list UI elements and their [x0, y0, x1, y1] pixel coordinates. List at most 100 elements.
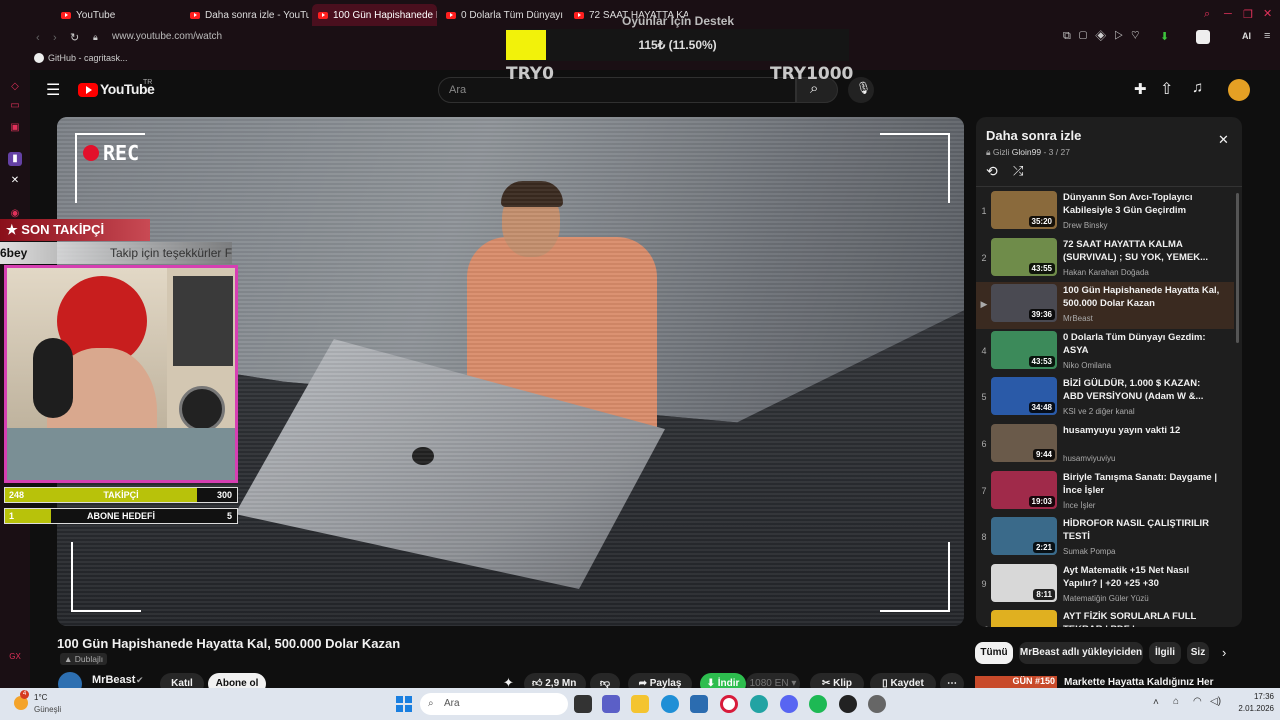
upload-icon[interactable]: ⇧	[1160, 79, 1173, 99]
playlist-item-channel[interactable]: KSI ve 2 diğer kanal	[1063, 407, 1223, 416]
spotify-icon[interactable]	[809, 695, 827, 713]
minimize-icon[interactable]: ─	[1224, 8, 1232, 20]
loop-icon[interactable]: ⟲	[986, 163, 998, 180]
ai-button[interactable]: AI	[1242, 31, 1251, 41]
chevron-right-icon[interactable]: ›	[1222, 645, 1226, 660]
playlist-item-title[interactable]: Biriyle Tanışma Sanatı: Daygame | İnce İ…	[1063, 471, 1223, 497]
teams-icon[interactable]	[602, 695, 620, 713]
tab-youtube[interactable]: YouTube	[55, 4, 180, 26]
x-icon[interactable]: ✕	[8, 174, 22, 188]
playlist-item[interactable]: 5 34:48 BİZİ GÜLDÜR, 1.000 $ KAZAN: ABD VE…	[976, 375, 1234, 422]
playlist-item[interactable]: ▶ 39:36 100 Gün Hapishanede Hayatta Kal, 5…	[976, 282, 1234, 330]
playlist-item-channel[interactable]: Sumak Pompa	[1063, 547, 1223, 556]
tray-network-icon[interactable]: ⌂	[1173, 696, 1179, 707]
playlist-title[interactable]: Daha sonra izle	[986, 128, 1081, 143]
create-icon[interactable]: ✚	[1134, 80, 1147, 98]
extension-box-icon[interactable]	[1196, 30, 1210, 44]
close-window-icon[interactable]: ✕	[1263, 7, 1272, 20]
pinboard-icon[interactable]: ▣	[8, 121, 22, 135]
opera-gx-icon[interactable]	[720, 695, 738, 713]
steam-icon[interactable]	[839, 695, 857, 713]
windows-start-icon[interactable]	[396, 696, 412, 712]
chip-all[interactable]: Tümü	[975, 642, 1013, 664]
playlist-item-channel[interactable]: husamviyuviyu	[1063, 454, 1223, 463]
twitch-icon[interactable]: ▮	[8, 152, 22, 166]
playlist-item-title[interactable]: AYT FİZİK SORULARLA FULL TEKRAR | PDF |	[1063, 610, 1223, 627]
file-explorer-icon[interactable]	[631, 695, 649, 713]
playlist-item-thumbnail[interactable]: 8:11	[991, 563, 1057, 602]
store-icon[interactable]	[690, 695, 708, 713]
playlist-item-thumbnail[interactable]: 43:55	[991, 237, 1057, 276]
notifications-icon[interactable]: ♫	[1192, 79, 1203, 96]
tray-chevron-up-icon[interactable]: ˄	[1153, 697, 1159, 708]
messenger-icon[interactable]: ▭	[8, 99, 22, 113]
bookmark-github[interactable]: GitHub - cagritask...	[48, 53, 128, 63]
playlist-item-channel[interactable]: MrBeast	[1063, 314, 1223, 323]
download-extension-icon[interactable]: ⬇	[1160, 30, 1169, 43]
playlist-item[interactable]: 7 19:03 Biriyle Tanışma Sanatı: Daygame | …	[976, 469, 1234, 516]
playlist-item[interactable]: 4 43:53 0 Dolarla Tüm Dünyayı Gezdim: ASYA…	[976, 329, 1234, 376]
playlist-item-thumbnail[interactable]: 39:36	[991, 284, 1057, 323]
playlist-item-channel[interactable]: İnce İşler	[1063, 501, 1223, 510]
playlist-item-thumbnail[interactable]: 35:20	[991, 191, 1057, 229]
playlist-owner[interactable]: Gloin99	[1012, 147, 1041, 157]
channel-name[interactable]: MrBeast	[92, 674, 135, 686]
close-playlist-icon[interactable]: ✕	[1218, 132, 1229, 148]
taskbar-search[interactable]: ⌕ Ara	[420, 693, 568, 715]
url-field[interactable]: www.youtube.com/watch	[112, 31, 222, 42]
chip-from-uploader[interactable]: MrBeast adlı yükleyiciden	[1019, 642, 1143, 664]
edge-icon[interactable]	[661, 695, 679, 713]
clock-date[interactable]: 2.01.2026	[1226, 704, 1274, 713]
search-tabs-icon[interactable]: ⌕	[1204, 8, 1210, 21]
menu-icon[interactable]: ≡	[1264, 30, 1270, 42]
playlist-item-channel[interactable]: Matematiğin Güler Yüzü	[1063, 594, 1223, 603]
app-icon-teal[interactable]	[750, 695, 768, 713]
playlist-item-title[interactable]: 72 SAAT HAYATTA KALMA (SURVIVAL) ; SU YO…	[1063, 238, 1223, 264]
shuffle-icon[interactable]: ⤮	[1013, 163, 1023, 179]
playlist-item-thumbnail[interactable]	[991, 610, 1057, 627]
playlist-item-channel[interactable]: Hakan Karahan Doğada	[1063, 268, 1223, 277]
playlist-item-thumbnail[interactable]: 19:03	[991, 470, 1057, 509]
playlist-item-thumbnail[interactable]: 34:48	[991, 377, 1057, 416]
playlist-item-title[interactable]: Dünyanın Son Avcı-Toplayıcı Kabilesiyle …	[1063, 191, 1223, 217]
playlist-item-thumbnail[interactable]: 9:44	[991, 424, 1057, 462]
hamburger-menu-icon[interactable]: ☰	[46, 80, 60, 100]
playlist-item-title[interactable]: HİDROFOR NASIL ÇALIŞTIRILIR TESTİ	[1063, 517, 1223, 543]
playlist-item-title[interactable]: 100 Gün Hapishanede Hayatta Kal, 500.000…	[1063, 284, 1223, 310]
playlist-item-channel[interactable]: Drew Binsky	[1063, 221, 1223, 230]
search-input[interactable]: Ara	[438, 77, 796, 103]
playlist-item-title[interactable]: BİZİ GÜLDÜR, 1.000 $ KAZAN: ABD VERSİYON…	[1063, 377, 1223, 403]
recommendation-title[interactable]: Markette Hayatta Kaldığınız Her	[1064, 677, 1214, 688]
playlist-item-title[interactable]: 0 Dolarla Tüm Dünyayı Gezdim: ASYA	[1063, 331, 1223, 357]
reload-icon[interactable]: ↻	[70, 31, 79, 44]
task-view-icon[interactable]	[574, 695, 592, 713]
toolbar-extension-icons[interactable]: ⧉▢◈▷♡	[1063, 30, 1148, 43]
maximize-icon[interactable]: ❐	[1243, 8, 1253, 21]
playlist-item[interactable]: 9 8:11 Ayt Matematik +15 Net Nasıl Yapılır…	[976, 562, 1234, 609]
clock-time[interactable]: 17:36	[1234, 692, 1274, 701]
tray-volume-icon[interactable]: ◁)	[1210, 696, 1221, 707]
chip-for-you[interactable]: Siz	[1187, 642, 1209, 664]
gx-icon[interactable]: GX	[8, 650, 22, 664]
playlist-item[interactable]: 1 35:20 Dünyanın Son Avcı-Toplayıcı Kabile…	[976, 189, 1234, 236]
recommendation-thumbnail[interactable]: GÜN #150	[975, 676, 1057, 688]
tab-current-video[interactable]: 100 Gün Hapishanede Hay	[312, 4, 437, 26]
playlist-item-title[interactable]: husamyuyu yayın vakti 12	[1063, 424, 1223, 437]
forward-icon[interactable]: ›	[53, 32, 57, 44]
tab-asia-video[interactable]: 0 Dolarla Tüm Dünyayı Ge	[440, 4, 565, 26]
back-icon[interactable]: ‹	[36, 32, 40, 44]
playlist-item-channel[interactable]: Niko Omilana	[1063, 361, 1223, 370]
workspace-icon[interactable]: ◇	[8, 80, 22, 94]
playlist-item-thumbnail[interactable]: 2:21	[991, 517, 1057, 556]
avatar[interactable]	[1228, 79, 1250, 101]
playlist-item[interactable]: 8 2:21 HİDROFOR NASIL ÇALIŞTIRILIR TESTİ Su…	[976, 515, 1234, 562]
playlist-item[interactable]: 6 9:44 husamyuyu yayın vakti 12 husamviyuvi…	[976, 422, 1234, 469]
discord-icon[interactable]	[780, 695, 798, 713]
tab-watch-later[interactable]: Daha sonra izle - YouTube	[184, 4, 309, 26]
chip-related[interactable]: İlgili	[1149, 642, 1181, 664]
playlist-scrollbar[interactable]	[1236, 193, 1239, 343]
tray-wifi-icon[interactable]: ◠	[1193, 696, 1202, 707]
playlist-item-title[interactable]: Ayt Matematik +15 Net Nasıl Yapılır? | +…	[1063, 564, 1223, 590]
playlist-item-thumbnail[interactable]: 43:53	[991, 330, 1057, 369]
playlist-item[interactable]: 2 43:55 72 SAAT HAYATTA KALMA (SURVIVAL) ;…	[976, 236, 1234, 283]
